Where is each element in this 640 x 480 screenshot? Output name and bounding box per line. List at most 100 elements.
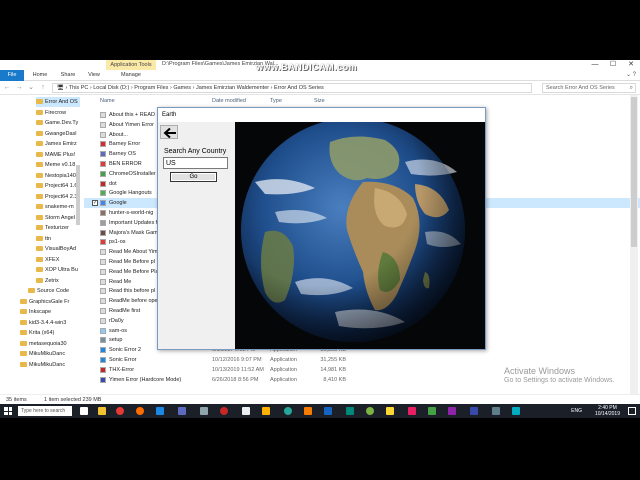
address-bar[interactable]: 🖥 › This PC › Local Disk (D:) › Program … — [52, 83, 532, 93]
file-icon — [100, 278, 106, 285]
nav-item[interactable]: Krita (x64) — [20, 328, 80, 338]
nav-item-label: Game.Dev.Ty — [45, 120, 79, 126]
file-icon — [100, 190, 106, 197]
app-icon-5[interactable] — [284, 407, 292, 415]
language-indicator[interactable]: ENG — [571, 404, 582, 418]
breadcrumb-local-disk[interactable]: Local Disk (D:) — [93, 85, 129, 91]
windows-start-icon[interactable] — [4, 407, 12, 415]
forward-arrow-icon[interactable]: → — [14, 81, 24, 95]
up-arrow-icon[interactable]: ↑ — [38, 81, 48, 95]
file-explorer-icon[interactable] — [98, 407, 106, 415]
breadcrumb-james[interactable]: James Emirzian Waldementer — [196, 85, 269, 91]
nav-item-label: Project64 1.6 — [45, 183, 78, 189]
nav-item[interactable]: Texturizer — [36, 223, 80, 233]
nav-item[interactable]: James Emirz — [36, 139, 80, 149]
nav-item[interactable]: MikuMikuDanc — [20, 349, 80, 359]
nav-item[interactable]: Storm Angel — [36, 213, 80, 223]
app-icon-15[interactable] — [492, 407, 500, 415]
app-icon-13[interactable] — [448, 407, 456, 415]
file-size: 14,981 KB — [320, 366, 346, 373]
nav-item[interactable]: VisualBoyAd — [36, 244, 80, 254]
nav-item[interactable]: Project64 2.3 — [36, 192, 80, 202]
app-icon-16[interactable] — [512, 407, 520, 415]
app-icon-14[interactable] — [470, 407, 478, 415]
file-name: About... — [109, 131, 128, 138]
nav-item[interactable]: GwangeDasl — [36, 129, 80, 139]
column-type[interactable]: Type — [270, 98, 282, 104]
tab-manage[interactable]: Manage — [116, 70, 146, 81]
file-name: THX-Error — [109, 366, 135, 373]
nav-item[interactable]: Firecrow — [36, 108, 80, 118]
search-input[interactable]: Search Error And OS Series ⌕ — [542, 83, 636, 93]
nav-item[interactable]: ttn — [36, 234, 80, 244]
app-icon-9[interactable] — [366, 407, 374, 415]
file-type: Application — [270, 366, 297, 373]
tab-home[interactable]: Home — [28, 70, 52, 81]
record-icon[interactable] — [220, 407, 228, 415]
app-icon-7[interactable] — [324, 407, 332, 415]
app-icon-8[interactable] — [346, 407, 354, 415]
nav-item[interactable]: snakeme-m — [36, 202, 80, 212]
go-button[interactable]: Go — [170, 172, 217, 182]
country-input[interactable]: US — [163, 157, 228, 169]
app-icon-3[interactable] — [242, 407, 250, 415]
nav-scrollbar[interactable] — [76, 165, 80, 225]
firefox-icon[interactable] — [136, 407, 144, 415]
chrome-icon[interactable] — [116, 407, 124, 415]
tab-file[interactable]: File — [0, 70, 24, 81]
nav-item[interactable]: kid3-3.4.4-win3 — [20, 318, 80, 328]
nav-item[interactable]: GraphicsGale Fr — [20, 297, 80, 307]
file-list-scrollbar[interactable] — [630, 95, 638, 394]
breadcrumb-this-pc[interactable]: This PC — [69, 85, 89, 91]
back-arrow-icon[interactable]: ← — [2, 81, 12, 95]
file-name: Read this before pl — [109, 288, 156, 295]
column-name[interactable]: Name — [100, 98, 115, 104]
taskbar-clock[interactable]: 2:40 PM 10/14/2019 — [595, 405, 620, 417]
file-row[interactable]: Sonic Error 10/12/2016 9:07 PM Application… — [84, 355, 640, 365]
breadcrumb-error-os[interactable]: Error And OS Series — [274, 85, 324, 91]
nav-item[interactable]: Project64 1.6 — [36, 181, 80, 191]
scroll-thumb[interactable] — [631, 97, 637, 247]
tab-view[interactable]: View — [82, 70, 106, 81]
notification-icon[interactable] — [628, 407, 636, 415]
folder-icon — [36, 130, 43, 136]
app-icon-1[interactable] — [178, 407, 186, 415]
app-icon-4[interactable] — [262, 407, 270, 415]
maximize-icon[interactable]: ☐ — [604, 60, 622, 70]
app-icon-12[interactable] — [428, 407, 436, 415]
nav-item[interactable]: Nestopia140 — [36, 171, 80, 181]
app-icon-10[interactable] — [386, 407, 394, 415]
nav-item[interactable]: XOP Ultra Bu — [36, 265, 80, 275]
nav-item-label: MAME Plus! — [45, 151, 76, 158]
column-size[interactable]: Size — [314, 98, 325, 104]
app-icon-6[interactable] — [304, 407, 312, 415]
tab-share[interactable]: Share — [56, 70, 80, 81]
edge-icon[interactable] — [156, 407, 164, 415]
nav-item[interactable]: Zetrix — [36, 276, 80, 286]
earth-globe-view[interactable] — [235, 122, 485, 349]
nav-item[interactable]: Error And OS — [36, 97, 80, 107]
nav-item[interactable]: XFEX — [36, 255, 80, 265]
back-button[interactable] — [160, 125, 178, 139]
nav-item[interactable]: metasequoia30 — [20, 339, 80, 349]
breadcrumb-games[interactable]: Games — [173, 85, 191, 91]
recent-chevron-icon[interactable]: ⌄ — [26, 81, 36, 95]
nav-item[interactable]: Inkscape — [20, 307, 80, 317]
nav-item[interactable]: Source Code — [28, 286, 80, 296]
nav-item[interactable]: MAME Plus! — [36, 150, 80, 160]
application-tools-tab[interactable]: Application Tools — [106, 60, 156, 70]
breadcrumb-program-files[interactable]: Program Files — [134, 85, 168, 91]
nav-item[interactable]: Meme v0.18 — [36, 160, 80, 170]
nav-item[interactable]: Game.Dev.Ty — [36, 118, 80, 128]
minimize-icon[interactable]: — — [586, 60, 604, 70]
row-checkbox[interactable]: ✓ — [92, 200, 98, 207]
taskbar-search-input[interactable]: Type here to search — [18, 406, 72, 416]
ribbon-expand-icon[interactable]: ⌄ ? — [626, 70, 636, 81]
column-date[interactable]: Date modified — [212, 98, 246, 104]
app-icon-11[interactable] — [408, 407, 416, 415]
task-view-icon[interactable] — [80, 407, 88, 415]
close-icon[interactable]: ✕ — [622, 60, 640, 70]
file-icon — [100, 210, 106, 216]
nav-item[interactable]: MikuMikuDanc — [20, 360, 80, 370]
app-icon-2[interactable] — [200, 407, 208, 415]
